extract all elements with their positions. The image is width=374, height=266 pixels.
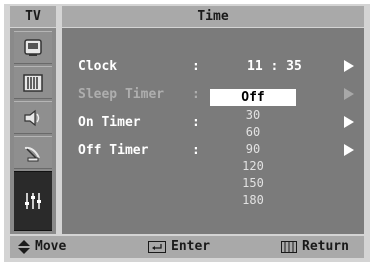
on-timer-arrow-icon <box>344 116 354 128</box>
off-timer-colon: : <box>192 143 200 158</box>
enter-hint: Enter <box>148 239 210 254</box>
clock-colon: : <box>192 59 200 74</box>
time-menu-panel: Clock : 11 : 35 Sleep Timer : On Timer :… <box>62 28 364 234</box>
tv-label: TV <box>10 6 56 27</box>
sidebar <box>10 28 56 234</box>
return-hint: Return <box>281 239 349 254</box>
sleep-timer-dropdown[interactable]: Off 30 60 90 120 150 180 <box>210 89 296 212</box>
dropdown-option-30[interactable]: 30 <box>210 107 296 124</box>
move-hint: Move <box>18 239 66 254</box>
dropdown-option-180[interactable]: 180 <box>210 192 296 209</box>
return-label: Return <box>302 239 349 254</box>
enter-icon <box>148 240 166 253</box>
dropdown-option-60[interactable]: 60 <box>210 124 296 141</box>
off-timer-arrow-icon <box>344 144 354 156</box>
help-bar: Move Enter Return <box>10 236 364 258</box>
page-title: Time <box>62 6 364 27</box>
osd-frame: TV Time Clock : 11 : 35 Sleep Timer : On… <box>4 4 370 262</box>
up-down-arrows-icon <box>18 239 30 254</box>
enter-label: Enter <box>171 239 211 254</box>
return-icon <box>281 240 297 253</box>
sound-mode-icon[interactable] <box>14 66 52 99</box>
off-timer-label[interactable]: Off Timer <box>78 143 148 163</box>
setup-icon[interactable] <box>14 171 52 231</box>
on-timer-colon: : <box>192 115 200 130</box>
sleep-timer-label[interactable]: Sleep Timer <box>78 87 164 107</box>
dropdown-option-150[interactable]: 150 <box>210 175 296 192</box>
clock-arrow-icon <box>344 60 354 72</box>
clock-label[interactable]: Clock <box>78 59 117 79</box>
satellite-icon[interactable] <box>14 136 52 169</box>
on-timer-label[interactable]: On Timer <box>78 115 141 135</box>
dropdown-option-120[interactable]: 120 <box>210 158 296 175</box>
picture-icon[interactable] <box>14 31 52 64</box>
move-label: Move <box>35 239 67 254</box>
sleep-timer-arrow-icon <box>344 88 354 100</box>
speaker-icon[interactable] <box>14 101 52 134</box>
sleep-timer-colon: : <box>192 87 200 102</box>
dropdown-option-90[interactable]: 90 <box>210 141 296 158</box>
dropdown-option-off[interactable]: Off <box>210 89 296 106</box>
clock-value: 11 : 35 <box>247 59 302 74</box>
